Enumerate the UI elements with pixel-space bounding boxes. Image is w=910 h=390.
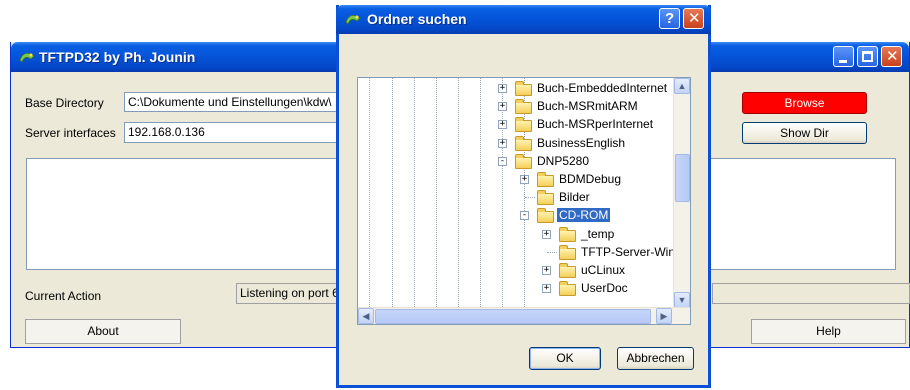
tree-item-label: uCLinux xyxy=(581,263,626,277)
tree-guide-line xyxy=(369,78,370,309)
dialog-title-bar[interactable]: Ordner suchen ? ✕ xyxy=(336,5,711,34)
collapse-icon[interactable]: - xyxy=(520,211,529,221)
tree-guide-line xyxy=(436,78,437,309)
tree-item-label: DNP5280 xyxy=(537,153,590,168)
minimize-icon xyxy=(839,60,847,63)
folder-icon xyxy=(515,135,532,151)
tree-item-label: Buch-EmbeddedInternet xyxy=(537,81,668,95)
tree-item[interactable]: + _temp xyxy=(542,226,675,244)
scroll-thumb[interactable] xyxy=(675,154,690,202)
tree-connector xyxy=(525,197,535,199)
tree-item[interactable]: + Buch-EmbeddedInternet xyxy=(498,80,675,98)
expand-icon[interactable]: + xyxy=(498,84,507,93)
about-button[interactable]: About xyxy=(25,319,181,344)
folder-tree[interactable]: + Buch-EmbeddedInternet + Buch-MSRmitARM + Bu… xyxy=(357,77,691,325)
expand-icon[interactable]: + xyxy=(542,229,551,239)
scroll-left-icon[interactable]: ◀ xyxy=(358,308,374,324)
dialog-help-button[interactable]: ? xyxy=(659,8,680,29)
tree-item-label: Buch-MSRperInternet xyxy=(537,117,654,132)
scroll-thumb[interactable] xyxy=(375,309,651,324)
folder-icon xyxy=(515,81,532,96)
status-field xyxy=(712,283,910,304)
help-button[interactable]: Help xyxy=(751,319,906,344)
folder-icon xyxy=(559,226,576,242)
expand-icon[interactable]: + xyxy=(542,266,551,275)
collapse-icon[interactable]: - xyxy=(498,156,507,166)
tree-connector xyxy=(547,251,557,253)
tftpd-icon xyxy=(19,52,35,63)
main-title-text: TFTPD32 by Ph. Jounin xyxy=(39,49,196,65)
tree-item[interactable]: - CD-ROM xyxy=(520,207,675,225)
maximize-button[interactable] xyxy=(857,46,878,67)
tree-item[interactable]: + UserDoc xyxy=(542,280,675,298)
tree-item[interactable]: TFTP-Server-Win xyxy=(542,244,675,262)
tree-item[interactable]: + Buch-MSRmitARM xyxy=(498,98,675,116)
tree-item-label: CD-ROM xyxy=(557,208,611,223)
expand-icon[interactable]: + xyxy=(520,175,529,184)
close-icon: ✕ xyxy=(688,10,701,27)
tree-item[interactable]: Bilder xyxy=(520,189,675,207)
expand-icon[interactable]: + xyxy=(498,138,507,148)
browse-button[interactable]: Browse xyxy=(742,92,867,114)
tree-guide-line xyxy=(480,78,481,309)
tree-item-label: Buch-MSRmitARM xyxy=(537,99,638,114)
base-directory-label: Base Directory xyxy=(25,96,104,110)
tree-guide-line xyxy=(392,78,393,309)
ok-button[interactable]: OK xyxy=(529,347,601,370)
tree-item[interactable]: + BusinessEnglish xyxy=(498,135,675,153)
help-icon: ? xyxy=(665,10,675,27)
browse-folder-dialog: Ordner suchen ? ✕ + Buch-EmbeddedInternet… xyxy=(336,5,711,388)
folder-icon xyxy=(559,244,576,260)
minimize-button[interactable] xyxy=(833,46,854,67)
folder-icon xyxy=(515,153,532,169)
current-action-field: Listening on port 6 xyxy=(236,283,346,304)
tree-guide-line xyxy=(414,78,415,309)
folder-icon xyxy=(537,190,554,206)
show-dir-button[interactable]: Show Dir xyxy=(742,122,867,144)
tree-item[interactable]: + uCLinux xyxy=(542,262,675,280)
cancel-button[interactable]: Abbrechen xyxy=(617,347,694,370)
maximize-icon xyxy=(862,51,873,62)
dialog-title-text: Ordner suchen xyxy=(367,11,467,27)
tree-guide-line xyxy=(458,78,459,309)
tree-vertical-scrollbar[interactable]: ▲ ▼ xyxy=(673,78,690,309)
tree-item[interactable]: + BDMDebug xyxy=(520,171,675,189)
folder-icon xyxy=(537,208,554,224)
tree-item-label: _temp xyxy=(581,226,615,241)
tftpd-icon xyxy=(345,14,361,25)
server-interfaces-label: Server interfaces xyxy=(25,126,116,140)
folder-icon xyxy=(515,99,532,115)
expand-icon[interactable]: + xyxy=(498,102,507,112)
folder-icon xyxy=(559,281,576,297)
base-directory-field[interactable]: C:\Dokumente und Einstellungen\kdw\ xyxy=(124,92,344,112)
current-action-label: Current Action xyxy=(25,289,102,303)
tree-item-label: UserDoc xyxy=(581,281,628,296)
dialog-close-button[interactable]: ✕ xyxy=(683,8,704,29)
server-interfaces-select[interactable]: 192.168.0.136 xyxy=(124,122,344,143)
scroll-up-icon[interactable]: ▲ xyxy=(674,78,690,94)
tree-item-label: BDMDebug xyxy=(559,172,622,186)
expand-icon[interactable]: + xyxy=(542,284,551,294)
scroll-right-icon[interactable]: ▶ xyxy=(656,308,672,324)
tree-item-label: TFTP-Server-Win xyxy=(581,244,675,259)
scroll-down-icon[interactable]: ▼ xyxy=(674,292,690,308)
tree-item-label: BusinessEnglish xyxy=(537,135,626,150)
folder-icon xyxy=(515,117,532,133)
expand-icon[interactable]: + xyxy=(498,120,507,130)
tree-item[interactable]: - DNP5280 xyxy=(498,153,675,171)
folder-icon xyxy=(559,263,576,278)
tree-item[interactable]: + Buch-MSRperInternet xyxy=(498,116,675,134)
tree-horizontal-scrollbar[interactable]: ◀ ▶ xyxy=(358,307,690,324)
tree-item-label: Bilder xyxy=(559,190,590,205)
close-button[interactable]: ✕ xyxy=(881,46,902,67)
close-icon: ✕ xyxy=(886,48,899,65)
folder-icon xyxy=(537,172,554,187)
